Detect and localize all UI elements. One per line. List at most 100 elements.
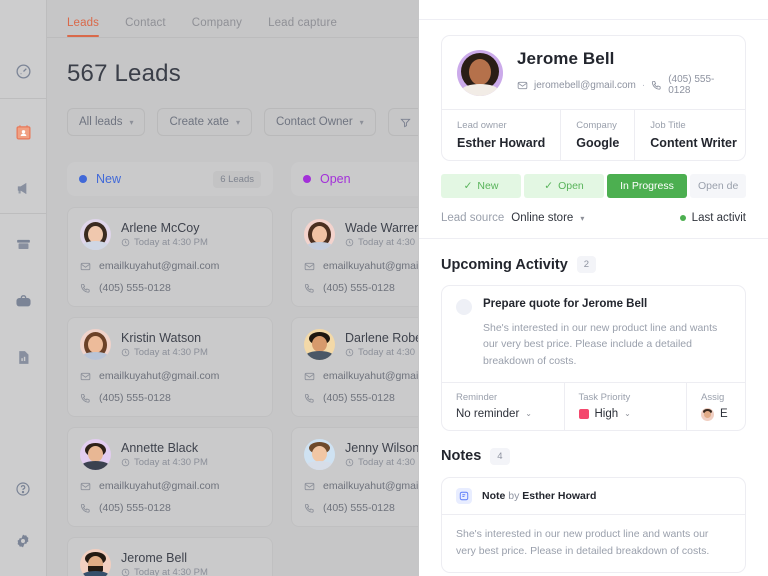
priority-value: High [594,407,619,420]
lead-time: Today at 4:30 PM [121,457,208,468]
stage-label: Open de [698,180,739,192]
avatar [304,439,335,470]
settings-icon[interactable] [10,528,36,554]
lead-email-row: emailkuyahut@gmail.com [80,480,260,492]
funnel-icon [400,117,411,128]
store-icon[interactable] [10,232,36,258]
last-activity-text: Last activit [691,212,746,224]
lead-time-text: Today at 4:30 PM [134,237,208,248]
reminder-value: No reminder [456,407,520,420]
field-label: Job Title [650,120,686,131]
column-name-open: Open [320,172,351,186]
contact-name: Jerome Bell [517,49,615,68]
lead-email-row: emailkuyahut@gmail.com [80,370,260,382]
stage-new[interactable]: ✓ New [441,174,521,198]
field-value: Content Writer [650,136,737,150]
note-card[interactable]: Note by Esther Howard She's interested i… [441,476,746,574]
section-title: Upcoming Activity [441,256,568,273]
filter-all-leads-label: All leads [79,116,123,128]
phone-icon [304,393,315,404]
stage-label: In Progress [620,180,674,192]
lead-email-row: emailkuyahut@gmail.com [80,260,260,272]
lead-card[interactable]: Jerome Bell Today at 4:30 PM emailkuyahu… [67,537,273,576]
phone-icon [304,503,315,514]
field-value-wrap: No reminder ⌄ [456,408,550,420]
lead-card[interactable]: Arlene McCoy Today at 4:30 PM emailkuyah… [67,207,273,307]
note-by-word: by [508,489,520,502]
phone-icon [80,393,91,404]
mail-icon [304,371,315,382]
contact-meta: jeromebell@gmail.com · (405) 555-0128 [517,74,730,96]
stage-open[interactable]: ✓ Open [524,174,604,198]
rail-divider-2 [0,213,46,214]
filter-contact-owner[interactable]: Contact Owner ▾ [263,108,376,136]
contacts-icon[interactable] [10,119,36,145]
lead-name: Kristin Watson [121,331,202,345]
lead-source-label: Lead source [441,212,505,224]
section-count: 4 [490,447,510,465]
note-header: Note by Esther Howard [442,478,745,514]
section-count: 2 [576,256,597,273]
app-root: Leads Contact Company Lead capture 567 L… [0,0,768,576]
activity-task-card[interactable]: Prepare quote for Jerome Bell She's inte… [441,285,746,431]
chevron-down-icon[interactable]: ▾ [580,214,584,223]
chevron-down-icon: ▾ [235,117,240,127]
contact-phone[interactable]: (405) 555-0128 [668,74,730,96]
lead-source-value[interactable]: Online store [511,212,573,224]
chevron-down-icon: ▾ [359,117,364,127]
rail-divider [0,98,46,99]
field-job-title: Job Title Content Writer [635,110,745,160]
stage-in-progress[interactable]: In Progress [607,174,687,198]
mail-icon [517,80,528,91]
task-field-priority[interactable]: Task Priority High ⌄ [565,382,687,430]
filter-all-leads[interactable]: All leads ▾ [67,108,146,136]
lead-time-text: Today at 4:30 PM [134,347,208,358]
field-label: Task Priority [578,391,631,403]
phone-icon [651,80,662,91]
help-icon[interactable] [10,476,36,502]
chevron-down-icon[interactable]: ⌄ [624,409,631,418]
priority-swatch [578,408,589,419]
field-value-wrap: E [701,407,731,421]
lead-detail-panel: Jerome Bell jeromebell@gmail.com · (405)… [418,0,768,576]
section-divider [419,238,768,239]
stage-pipeline: ✓ New ✓ Open In Progress Open de [441,174,746,198]
lead-email: emailkuyahut@gmail. [323,480,424,492]
note-prefix: Note [482,489,506,502]
tab-contact[interactable]: Contact [125,17,166,37]
chevron-down-icon[interactable]: ⌄ [525,409,532,418]
contact-email[interactable]: jeromebell@gmail.com [534,80,636,91]
lead-time: Today at 4:30 PM [121,237,208,248]
lead-time-text: Today at 4:30 PM [134,457,208,468]
field-label: Reminder [456,391,498,403]
task-field-reminder[interactable]: Reminder No reminder ⌄ [442,382,565,430]
filter-create-date[interactable]: Create xate ▾ [157,108,252,136]
lead-email: emailkuyahut@gmail. [323,260,424,272]
avatar [304,219,335,250]
note-author-line: Note by Esther Howard [482,490,596,502]
task-field-assignee[interactable]: Assig E [687,383,745,430]
dashboard-icon[interactable] [10,58,36,84]
contact-summary-card: Jerome Bell jeromebell@gmail.com · (405)… [441,35,746,161]
task-checkbox[interactable] [456,299,472,315]
lead-time: Today at 4:30 PM [121,347,208,358]
clock-icon [121,458,130,467]
reports-icon[interactable] [10,344,36,370]
note-body: She's interested in our new product line… [442,513,745,573]
campaign-icon[interactable] [10,175,36,201]
mail-icon [304,481,315,492]
tab-leads[interactable]: Leads [67,17,100,37]
lead-card[interactable]: Kristin Watson Today at 4:30 PM emailkuy… [67,317,273,417]
lead-name: Arlene McCoy [121,221,200,235]
tab-company[interactable]: Company [192,17,242,37]
activity-status-dot [679,215,686,221]
lead-time-text: Today at 4:30 PM [134,567,208,576]
tab-lead-capture[interactable]: Lead capture [268,17,337,37]
briefcase-icon[interactable] [10,288,36,314]
task-title: Prepare quote for Jerome Bell [483,298,648,310]
lead-card[interactable]: Annette Black Today at 4:30 PM emailkuya… [67,427,273,527]
left-icon-rail [0,0,47,576]
field-label: Lead owner [457,120,507,131]
stage-label: Open [558,180,584,192]
stage-open-deal[interactable]: Open de [690,174,746,198]
